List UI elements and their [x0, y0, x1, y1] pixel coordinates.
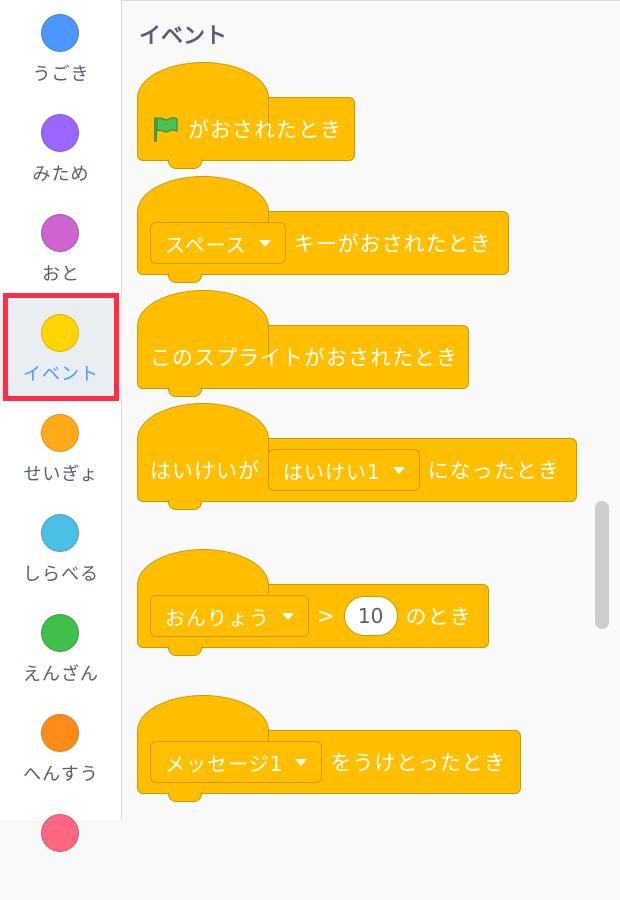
caret-down-icon [258, 239, 271, 247]
category-my-blocks[interactable] [0, 800, 122, 900]
block-text: をうけとったとき [330, 751, 506, 775]
control-color-icon [41, 414, 79, 452]
block-tab [168, 159, 202, 169]
dropdown-value: スペース [165, 232, 247, 257]
block-tab [168, 273, 202, 283]
caret-down-icon [282, 612, 294, 620]
variables-color-icon [41, 714, 79, 752]
category-label: おと [42, 264, 80, 285]
sensing-color-icon [41, 514, 79, 552]
category-label: みため [32, 164, 90, 185]
category-label: へんすう [23, 764, 99, 785]
operator-text: > [317, 604, 336, 628]
events-color-icon [41, 314, 79, 352]
sensor-dropdown[interactable]: おんりょう [150, 595, 309, 637]
category-label: うごき [32, 64, 90, 85]
category-motion[interactable]: うごき [0, 0, 122, 100]
backdrop-dropdown[interactable]: はいけい1 [268, 449, 420, 491]
when-key-pressed-block[interactable]: スペース キーがおされたとき [137, 176, 509, 283]
block-tab [168, 792, 202, 802]
dropdown-value: はいけい1 [283, 459, 381, 484]
caret-down-icon [295, 758, 308, 766]
block-text: のとき [405, 605, 472, 629]
category-label: しらべる [23, 564, 99, 585]
when-sensor-greater-than-block[interactable]: おんりょう > 10 のとき [137, 549, 489, 656]
palette-scrollbar[interactable] [595, 501, 609, 629]
block-tab [168, 387, 202, 397]
when-i-receive-block[interactable]: メッセージ1 をうけとったとき [137, 695, 521, 802]
block-text: このスプライトがおされたとき [150, 346, 458, 370]
category-label: イベント [23, 364, 99, 385]
block-tab [168, 500, 202, 510]
block-palette: イベント がおされたとき スペース キーがおされたとき このスプライトがおされた… [123, 0, 620, 820]
block-text: がおされたとき [188, 118, 342, 142]
dropdown-value: メッセージ1 [165, 751, 284, 776]
category-events[interactable]: イベント [0, 300, 122, 400]
category-looks[interactable]: みため [0, 100, 122, 200]
palette-title: イベント [139, 24, 228, 49]
green-flag-icon [154, 117, 178, 142]
caret-down-icon [392, 466, 405, 474]
block-text: はいけいが [150, 459, 260, 483]
category-sound[interactable]: おと [0, 200, 122, 300]
operators-color-icon [41, 614, 79, 652]
when-backdrop-switches-block[interactable]: はいけいが はいけい1 になったとき [137, 403, 577, 510]
category-sensing[interactable]: しらべる [0, 500, 122, 600]
key-dropdown[interactable]: スペース [150, 222, 286, 264]
category-label: えんざん [23, 664, 99, 685]
when-sprite-clicked-block[interactable]: このスプライトがおされたとき [137, 290, 469, 397]
block-text: になったとき [427, 459, 560, 483]
dropdown-value: おんりょう [165, 605, 270, 630]
looks-color-icon [41, 114, 79, 152]
category-variables[interactable]: へんすう [0, 700, 122, 800]
threshold-input[interactable]: 10 [343, 596, 398, 636]
category-operators[interactable]: えんざん [0, 600, 122, 700]
block-text: キーがおされたとき [293, 232, 492, 256]
sound-color-icon [41, 214, 79, 252]
block-tab [168, 646, 202, 656]
category-label: せいぎょ [23, 464, 99, 485]
category-control[interactable]: せいぎょ [0, 400, 122, 500]
message-dropdown[interactable]: メッセージ1 [150, 741, 323, 783]
motion-color-icon [41, 14, 79, 52]
category-sidebar: うごき みため おと イベント せいぎょ しらべる えんざん へんすう [0, 0, 122, 852]
when-flag-clicked-block[interactable]: がおされたとき [137, 62, 355, 169]
